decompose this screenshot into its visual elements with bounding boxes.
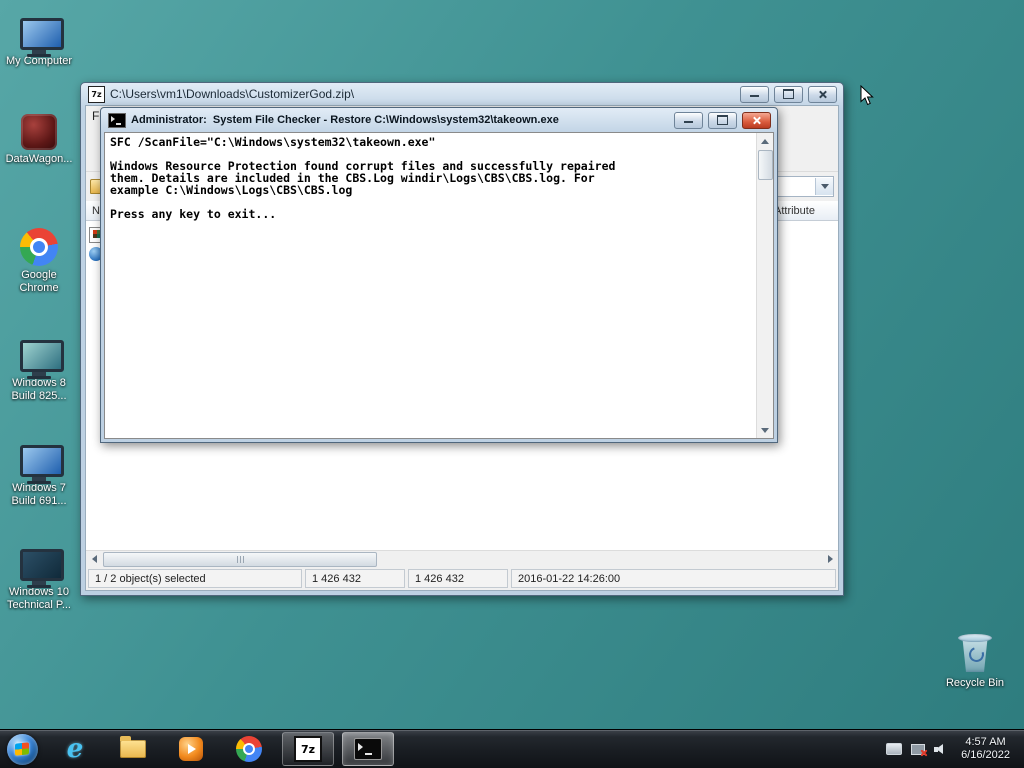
start-button[interactable] — [7, 733, 38, 765]
minimize-button[interactable] — [740, 85, 769, 103]
console-line: example C:\Windows\Logs\CBS\CBS.log — [110, 183, 353, 197]
chevron-down-icon — [820, 184, 829, 189]
cmd-icon — [108, 112, 126, 128]
status-selection: 1 / 2 object(s) selected — [88, 569, 302, 588]
maximize-button[interactable] — [774, 85, 803, 103]
windows-flag-icon — [15, 741, 29, 756]
taskbar-item-cmd[interactable] — [342, 732, 394, 766]
close-button[interactable] — [742, 111, 771, 129]
taskbar-item-media-player[interactable] — [166, 733, 216, 765]
chrome-icon — [20, 228, 58, 266]
sevenzip-titlebar[interactable]: 7z C:\Users\vm1\Downloads\CustomizerGod.… — [81, 83, 843, 105]
desktop-icon-label: Windows 10 Technical P... — [6, 586, 71, 611]
taskbar-item-7zip[interactable]: 7z — [282, 732, 334, 766]
datawagon-icon — [21, 114, 57, 150]
status-packed-size: 1 426 432 — [408, 569, 508, 588]
column-header-attribute[interactable]: Attribute — [768, 201, 838, 220]
chrome-icon — [236, 736, 262, 762]
recycle-bin-icon — [958, 632, 992, 674]
desktop-icon-label: DataWagon... — [5, 153, 73, 165]
system-tray: 4:57 AM 6/16/2022 — [886, 736, 1024, 762]
desktop-icon-label: Google Chrome — [19, 269, 59, 294]
taskbar-item-explorer[interactable] — [108, 733, 158, 765]
taskbar-item-internet-explorer[interactable]: e — [50, 733, 100, 765]
scroll-right-arrow[interactable] — [822, 551, 838, 566]
my-computer-icon — [20, 18, 64, 57]
close-button[interactable] — [808, 85, 837, 103]
address-dropdown-button[interactable] — [815, 178, 833, 195]
vertical-scroll-thumb[interactable] — [758, 150, 773, 180]
status-size: 1 426 432 — [305, 569, 405, 588]
cmd-window: Administrator: System File Checker - Res… — [100, 107, 778, 443]
windows7-vm-icon — [20, 445, 64, 484]
network-disconnected-icon[interactable] — [911, 743, 926, 755]
status-modified-date: 2016-01-22 14:26:00 — [511, 569, 836, 588]
windows8-vm-icon — [20, 340, 64, 379]
desktop-icon-windows10-technical[interactable]: Windows 10 Technical P... — [2, 537, 76, 612]
console-line: SFC /ScanFile="C:\Windows\system32\takeo… — [110, 135, 436, 149]
vertical-scrollbar[interactable] — [756, 133, 773, 438]
desktop-icon-my-computer[interactable]: My Computer — [2, 6, 76, 68]
clock-time: 4:57 AM — [965, 736, 1006, 748]
desktop-icon-label: Recycle Bin — [945, 677, 1005, 689]
internet-explorer-icon: e — [66, 734, 84, 764]
sevenzip-window-title: C:\Users\vm1\Downloads\CustomizerGod.zip… — [110, 87, 355, 101]
mouse-cursor — [860, 84, 874, 111]
clock-date: 6/16/2022 — [961, 749, 1010, 761]
sevenzip-icon: 7z — [294, 736, 322, 762]
maximize-button[interactable] — [708, 111, 737, 129]
cmd-console[interactable]: SFC /ScanFile="C:\Windows\system32\takeo… — [104, 132, 774, 439]
scroll-up-arrow[interactable] — [757, 133, 772, 149]
media-player-icon — [179, 737, 203, 761]
scroll-left-arrow[interactable] — [86, 551, 102, 566]
sevenzip-statusbar: 1 / 2 object(s) selected 1 426 432 1 426… — [86, 567, 838, 590]
folder-icon — [120, 736, 146, 758]
desktop-icon-google-chrome[interactable]: Google Chrome — [2, 220, 76, 295]
cmd-titlebar[interactable]: Administrator: System File Checker - Res… — [101, 108, 777, 132]
taskbar-clock[interactable]: 4:57 AM 6/16/2022 — [957, 736, 1014, 762]
cmd-icon — [354, 738, 382, 760]
horizontal-scroll-thumb[interactable] — [103, 552, 377, 567]
desktop-icon-recycle-bin[interactable]: Recycle Bin — [938, 628, 1012, 690]
console-output: SFC /ScanFile="C:\Windows\system32\takeo… — [105, 133, 757, 438]
scroll-down-arrow[interactable] — [757, 422, 772, 438]
console-line: Press any key to exit... — [110, 207, 277, 221]
taskbar: e 7z 4:57 AM 6/16/2022 — [0, 729, 1024, 768]
horizontal-scrollbar[interactable] — [86, 550, 838, 567]
desktop-icon-windows7-build[interactable]: Windows 7 Build 691... — [2, 433, 76, 508]
desktop-icon-label: Windows 7 Build 691... — [11, 482, 67, 507]
desktop-icon-windows8-build[interactable]: Windows 8 Build 825... — [2, 328, 76, 403]
desktop-icon-datawagon[interactable]: DataWagon... — [2, 104, 76, 166]
windows10-vm-icon — [20, 549, 64, 588]
taskbar-item-chrome[interactable] — [224, 733, 274, 765]
minimize-button[interactable] — [674, 111, 703, 129]
desktop[interactable]: My Computer DataWagon... Google Chrome W… — [0, 0, 1024, 768]
desktop-icon-label: Windows 8 Build 825... — [11, 377, 67, 402]
sevenzip-app-icon: 7z — [88, 85, 105, 103]
cmd-window-title: Administrator: System File Checker - Res… — [131, 114, 559, 126]
keyboard-tray-icon[interactable] — [886, 743, 903, 755]
volume-icon[interactable] — [934, 743, 948, 755]
